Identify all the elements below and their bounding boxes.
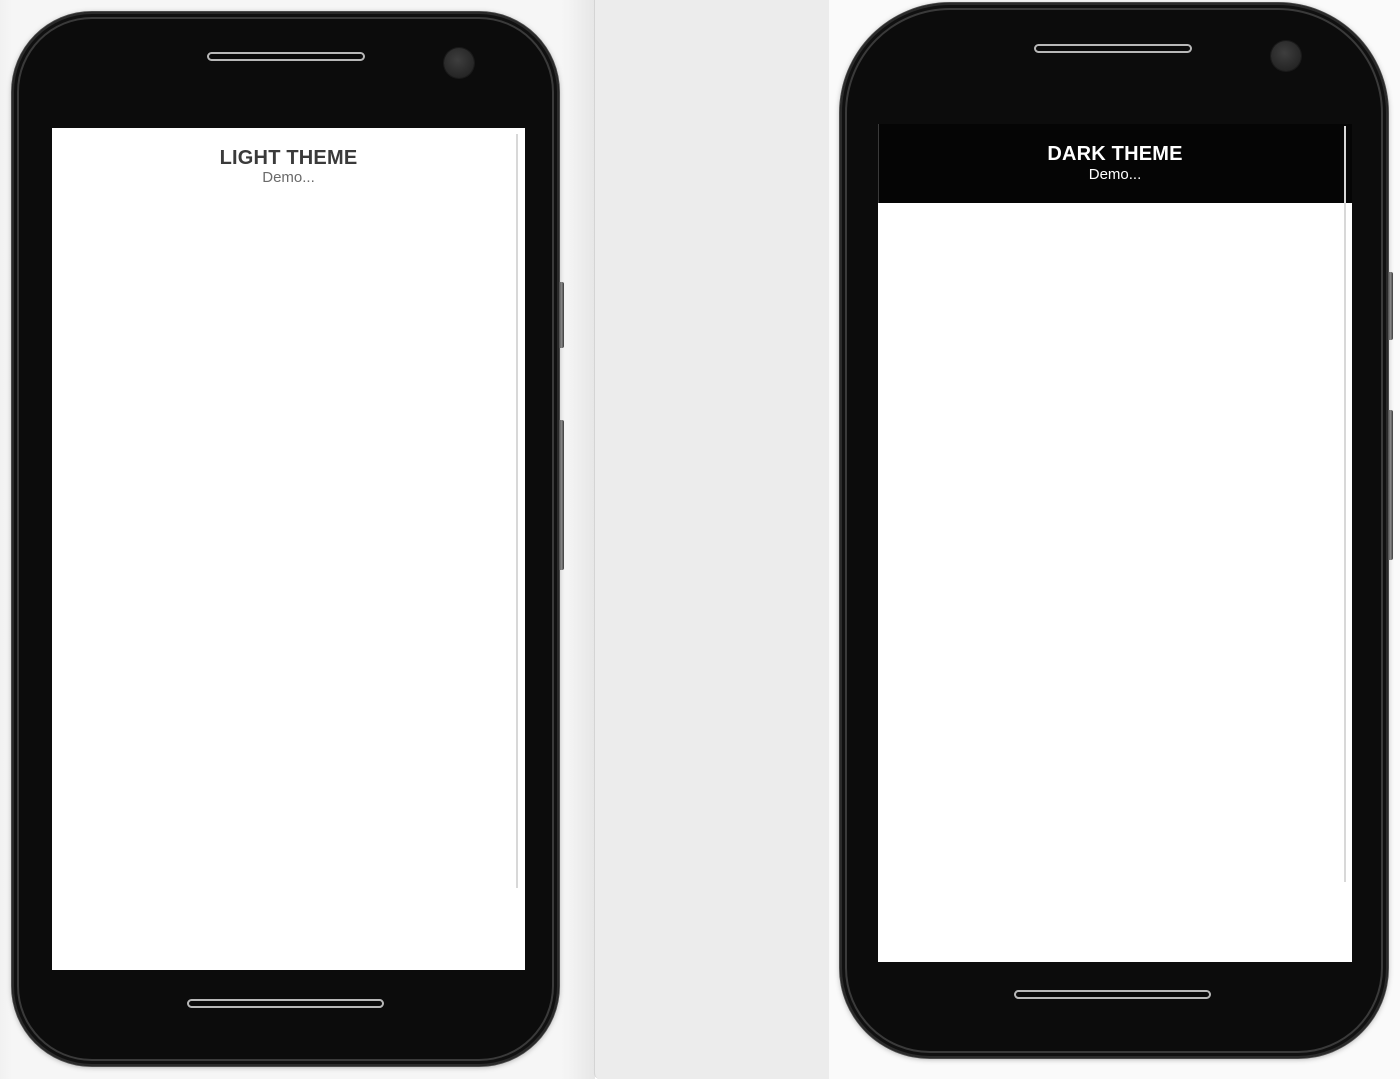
bottom-speaker	[187, 999, 384, 1008]
earpiece-speaker	[1034, 44, 1192, 53]
bottom-speaker	[1014, 990, 1211, 999]
volume-button[interactable]	[559, 420, 564, 570]
light-header: LIGHT THEME Demo...	[52, 146, 525, 186]
left-emulator-panel: LIGHT THEME Demo...	[0, 0, 595, 1079]
screen-edge-line	[878, 124, 879, 203]
page-subtitle: Demo...	[1088, 166, 1142, 183]
power-button[interactable]	[559, 282, 564, 348]
front-camera-icon	[444, 48, 474, 78]
front-camera-icon	[1271, 41, 1301, 71]
page-title: LIGHT THEME	[219, 147, 358, 169]
scrollbar[interactable]	[1344, 126, 1346, 882]
dark-theme-screen: DARK THEME Demo...	[878, 124, 1352, 962]
light-theme-screen: LIGHT THEME Demo...	[52, 128, 525, 970]
power-button[interactable]	[1388, 272, 1393, 340]
earpiece-speaker	[207, 52, 365, 61]
dark-header: DARK THEME Demo...	[878, 124, 1352, 203]
page-subtitle: Demo...	[262, 169, 315, 186]
scrollbar[interactable]	[516, 134, 518, 888]
workspace-gap	[594, 0, 829, 1079]
page-title: DARK THEME	[1047, 143, 1183, 165]
volume-button[interactable]	[1388, 410, 1393, 560]
